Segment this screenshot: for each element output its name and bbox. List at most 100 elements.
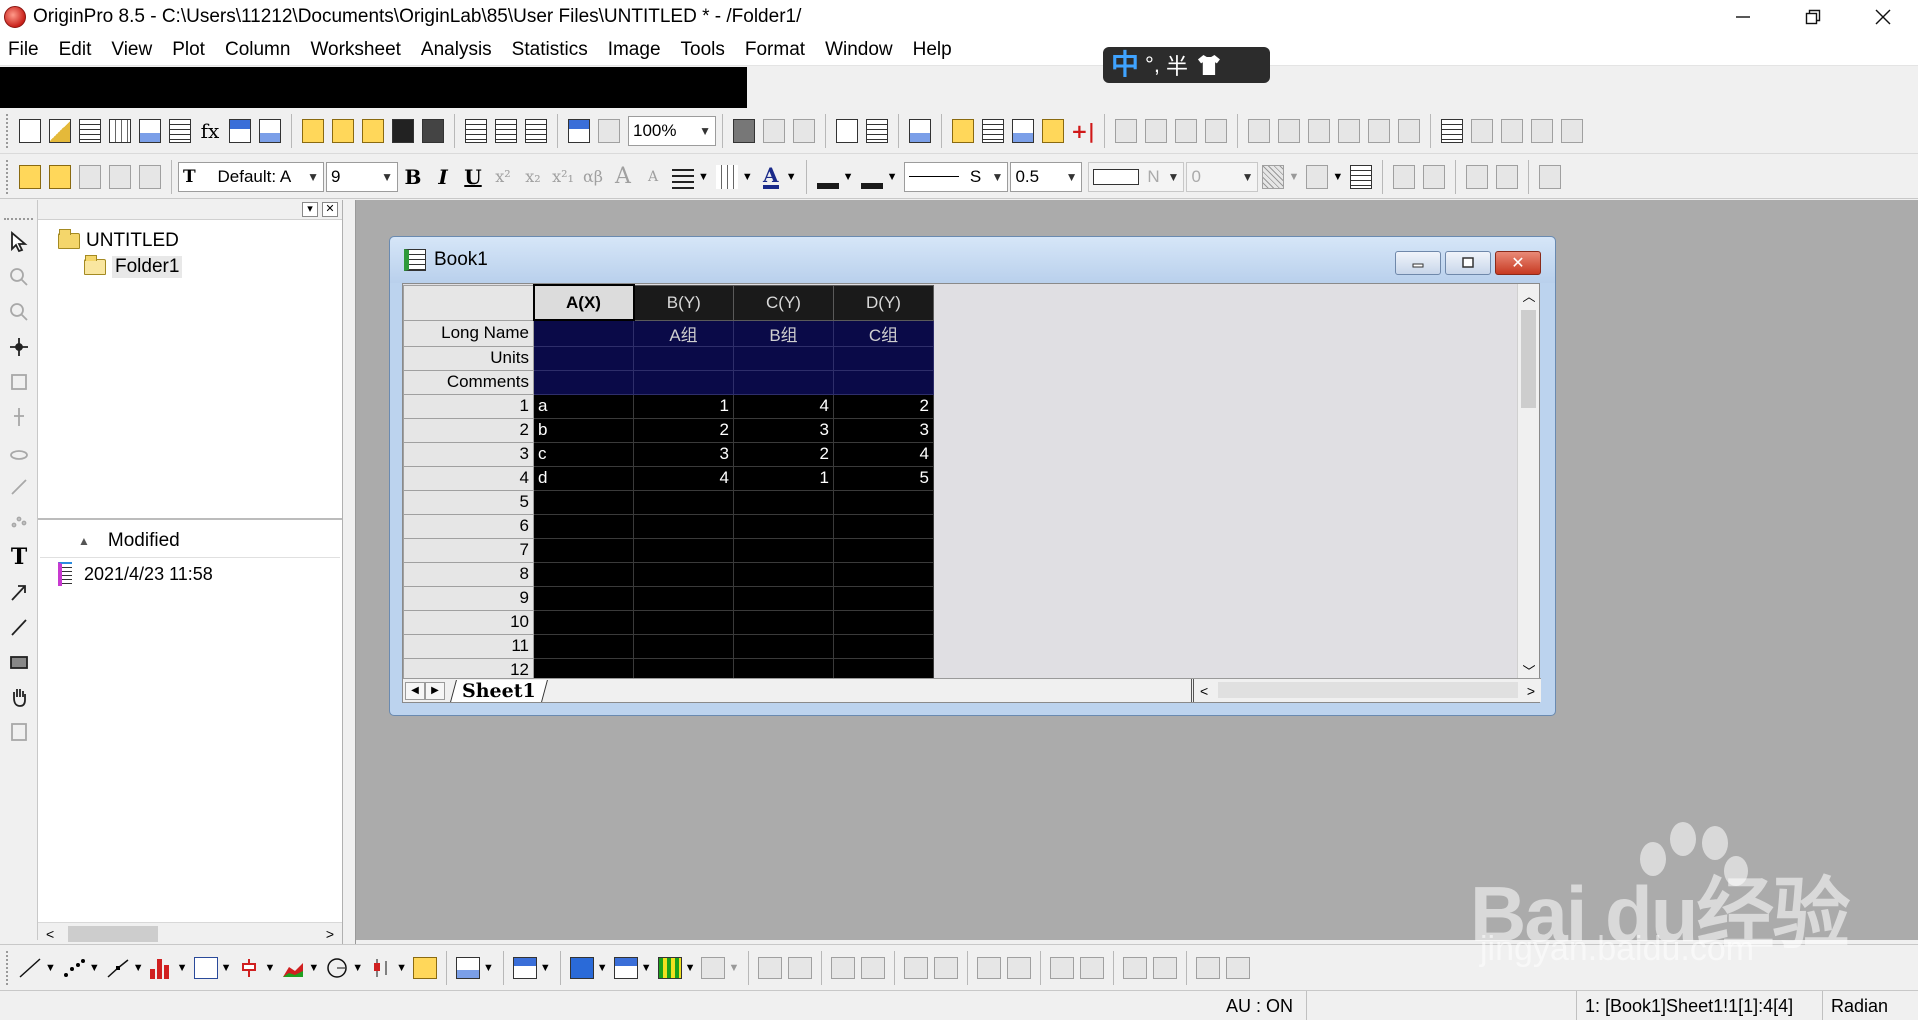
new-workbook-button[interactable] — [75, 115, 105, 147]
ime-punctuation-toggle[interactable]: °, — [1145, 52, 1160, 78]
graph-tool-3-button[interactable] — [1171, 115, 1201, 147]
data-cell[interactable] — [533, 489, 634, 515]
new-matrix-button[interactable] — [165, 115, 195, 147]
center-vertical-button[interactable] — [901, 952, 931, 984]
row-header[interactable]: 10 — [403, 609, 534, 635]
vertical-scrollbar[interactable]: ︿ ﹀ — [1517, 284, 1539, 682]
data-cell[interactable] — [533, 561, 634, 587]
metadata-cell[interactable] — [833, 345, 934, 371]
scroll-up-icon[interactable]: ︿ — [1518, 286, 1540, 305]
column-header[interactable]: C(Y) — [733, 284, 834, 321]
style-tool-4-button[interactable] — [105, 161, 135, 193]
supersubscript-button[interactable]: x²₁ — [548, 161, 578, 193]
data-cell[interactable] — [633, 561, 734, 587]
toolbar-grip[interactable] — [6, 113, 11, 148]
3d-plot-button[interactable] — [453, 952, 483, 984]
data-cell[interactable] — [533, 537, 634, 563]
polar-plot-button[interactable] — [322, 952, 352, 984]
chevron-down-icon[interactable]: ▼ — [786, 171, 797, 183]
data-cell[interactable] — [633, 489, 734, 515]
menu-analysis[interactable]: Analysis — [411, 34, 502, 66]
menu-format[interactable]: Format — [735, 34, 815, 66]
toolbar-grip[interactable] — [6, 159, 11, 194]
data-cell[interactable] — [633, 585, 734, 611]
metadata-cell[interactable]: C组 — [833, 319, 934, 347]
distribute-horizontal-button[interactable] — [1004, 952, 1034, 984]
scroll-right-icon[interactable]: > — [1527, 683, 1535, 699]
align-left-button[interactable] — [755, 952, 785, 984]
underline-button[interactable]: U — [458, 161, 488, 193]
data-cell[interactable]: 2 — [633, 417, 734, 443]
workbook-titlebar[interactable]: Book1 — [390, 237, 1555, 283]
font-color-button[interactable]: A — [756, 161, 786, 193]
table-button[interactable] — [1346, 161, 1376, 193]
fill-color-button[interactable] — [813, 161, 843, 193]
new-folder-button[interactable] — [45, 115, 75, 147]
row-header[interactable]: 7 — [403, 537, 534, 563]
row-header[interactable]: 4 — [403, 465, 534, 491]
workbook-minimize-button[interactable] — [1395, 251, 1441, 275]
row-header[interactable]: 3 — [403, 441, 534, 467]
chevron-down-icon[interactable]: ▼ — [264, 962, 275, 974]
open-template-button[interactable] — [328, 115, 358, 147]
metadata-cell[interactable] — [633, 345, 734, 371]
data-cell[interactable] — [533, 633, 634, 659]
data-cell[interactable] — [833, 561, 934, 587]
new-graph-button[interactable] — [135, 115, 165, 147]
menu-view[interactable]: View — [101, 34, 162, 66]
close-button[interactable] — [1848, 0, 1918, 34]
row-header[interactable]: 6 — [403, 513, 534, 539]
region-tool[interactable] — [0, 714, 38, 749]
new-project-button[interactable] — [15, 115, 45, 147]
decrease-font-button[interactable]: A — [638, 161, 668, 193]
high-low-plot-button[interactable] — [234, 952, 264, 984]
arrow-tool[interactable] — [0, 574, 38, 609]
row-header[interactable]: 9 — [403, 585, 534, 611]
chevron-down-icon[interactable]: ▼ — [396, 962, 407, 974]
data-cell[interactable] — [833, 489, 934, 515]
chevron-down-icon[interactable]: ▼ — [685, 962, 696, 974]
code-builder-button[interactable] — [1038, 115, 1068, 147]
align-bottom-button[interactable] — [858, 952, 888, 984]
metadata-cell[interactable] — [633, 369, 734, 395]
project-explorer-close-button[interactable]: ✕ — [322, 202, 338, 217]
font-size-combo[interactable]: 9 ▼ — [326, 161, 398, 192]
data-cell[interactable]: 2 — [733, 441, 834, 467]
chevron-down-icon[interactable]: ▼ — [641, 962, 652, 974]
style-tool-2-button[interactable] — [45, 161, 75, 193]
metadata-cell[interactable]: B组 — [733, 319, 834, 347]
row-header[interactable]: 5 — [403, 489, 534, 515]
data-cell[interactable] — [833, 513, 934, 539]
layer-tool-3-button[interactable] — [1497, 115, 1527, 147]
chevron-down-icon[interactable]: ▼ — [1332, 171, 1343, 183]
chevron-down-icon[interactable]: ▼ — [540, 962, 551, 974]
list-column-header[interactable]: ▲ Modified — [40, 524, 340, 558]
mask-button[interactable] — [1389, 161, 1419, 193]
metadata-cell[interactable] — [533, 369, 634, 395]
group-button[interactable] — [1120, 952, 1150, 984]
data-cell[interactable]: 1 — [733, 465, 834, 491]
chevron-down-icon[interactable]: ▼ — [887, 171, 898, 183]
pattern-combo[interactable]: N ▼ — [1088, 161, 1185, 192]
scroll-left-icon[interactable]: < — [1200, 683, 1208, 699]
data-cell[interactable] — [633, 513, 734, 539]
data-cell[interactable] — [733, 561, 834, 587]
metadata-label[interactable]: Comments — [403, 369, 534, 395]
menu-worksheet[interactable]: Worksheet — [300, 34, 410, 66]
tree-node-folder1[interactable]: Folder1 — [38, 254, 342, 280]
splitter[interactable] — [343, 200, 356, 944]
style-tool-5-button[interactable] — [135, 161, 165, 193]
template-library-button[interactable] — [410, 952, 440, 984]
chevron-down-icon[interactable]: ▼ — [698, 171, 709, 183]
axis-tool-2-button[interactable] — [1274, 115, 1304, 147]
greek-button[interactable]: αβ — [578, 161, 608, 193]
scroll-thumb[interactable] — [1521, 310, 1536, 408]
data-cell[interactable]: 4 — [833, 441, 934, 467]
data-cell[interactable] — [833, 585, 934, 611]
metadata-label[interactable]: Units — [403, 345, 534, 371]
ime-toolbar[interactable]: 中 °, 半 — [1103, 47, 1270, 83]
layer-tool-5-button[interactable] — [1557, 115, 1587, 147]
scroll-thumb[interactable] — [1218, 682, 1518, 698]
menu-help[interactable]: Help — [903, 34, 962, 66]
metadata-cell[interactable] — [733, 369, 834, 395]
